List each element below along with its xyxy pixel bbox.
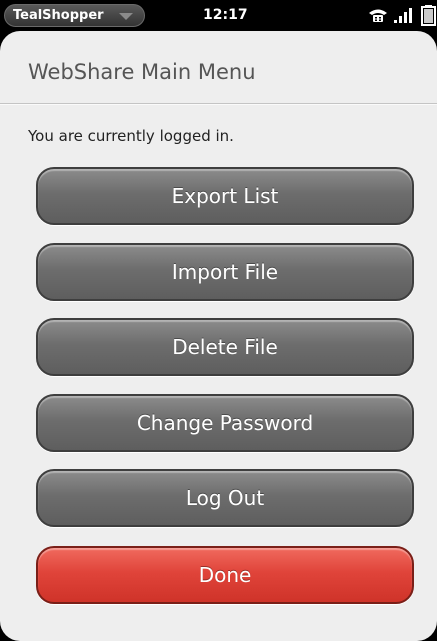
app-name: TealShopper [13,8,104,23]
button-label: Import File [171,260,279,284]
clock: 12:17 [203,7,248,23]
app-menu-pill[interactable]: TealShopper [4,4,145,27]
status-bar: TealShopper 12:17 [0,0,437,31]
chevron-down-icon [119,13,133,20]
login-status-text: You are currently logged in. [28,127,234,145]
button-label: Log Out [185,486,265,510]
webshare-card: WebShare Main Menu You are currently log… [0,31,437,641]
import-file-button[interactable]: Import File [36,243,414,301]
page-title: WebShare Main Menu [28,60,256,84]
battery-icon [421,5,436,26]
done-button[interactable]: Done [36,546,414,604]
delete-file-button[interactable]: Delete File [36,318,414,376]
change-password-button[interactable]: Change Password [36,394,414,452]
header: WebShare Main Menu [0,31,437,104]
button-label: Delete File [172,335,278,359]
signal-icon [394,8,412,23]
phone-icon [369,9,387,22]
log-out-button[interactable]: Log Out [36,469,414,527]
button-label: Done [198,563,252,587]
export-list-button[interactable]: Export List [36,167,414,225]
button-label: Export List [171,184,279,208]
button-label: Change Password [136,411,314,435]
